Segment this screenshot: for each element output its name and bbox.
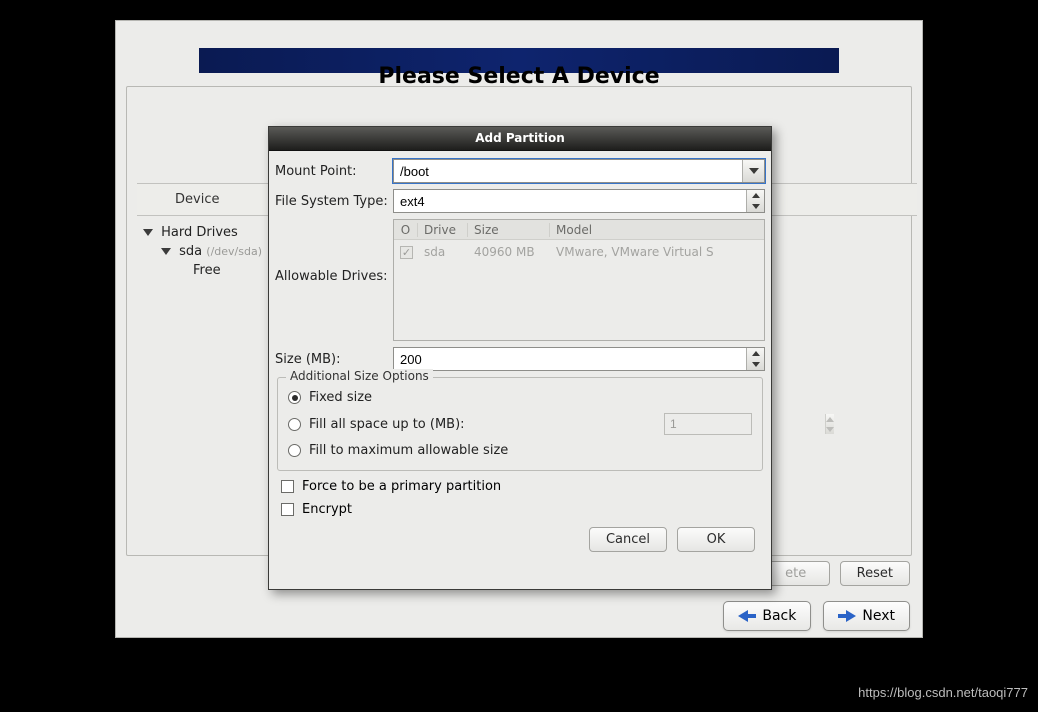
chevron-up-icon xyxy=(752,351,760,356)
reset-button[interactable]: Reset xyxy=(840,561,910,586)
radio-icon[interactable] xyxy=(288,444,301,457)
checkbox-disabled-icon: ✓ xyxy=(400,246,413,259)
size-spin-up[interactable] xyxy=(747,348,764,359)
size-label: Size (MB): xyxy=(275,352,393,367)
fs-type-buttons[interactable] xyxy=(746,190,764,212)
size-input[interactable] xyxy=(394,348,746,370)
drives-col-drive[interactable]: Drive xyxy=(418,223,468,237)
additional-size-options: Additional Size Options Fixed size Fill … xyxy=(277,377,763,471)
mount-point-input[interactable] xyxy=(394,160,742,182)
device-path: (/dev/sda) xyxy=(206,245,262,258)
drives-col-size[interactable]: Size xyxy=(468,223,550,237)
next-button[interactable]: Next xyxy=(823,601,910,631)
radio-fixed-size[interactable]: Fixed size xyxy=(288,386,752,409)
size-spin-down[interactable] xyxy=(747,359,764,370)
fill-up-to-field xyxy=(670,414,825,434)
chevron-down-icon xyxy=(752,204,760,209)
radio-icon[interactable] xyxy=(288,418,301,431)
chevron-down-icon xyxy=(752,362,760,367)
add-partition-dialog: Add Partition Mount Point: File System T… xyxy=(268,126,772,590)
radio-icon[interactable] xyxy=(288,391,301,404)
chevron-up-icon xyxy=(826,417,834,422)
drives-col-check[interactable]: O xyxy=(394,223,418,237)
fill-up-to-input xyxy=(664,413,752,435)
tree-label: Free xyxy=(193,263,221,278)
mount-point-label: Mount Point: xyxy=(275,164,393,179)
drives-col-model[interactable]: Model xyxy=(550,223,764,237)
tree-label: sda xyxy=(179,244,202,259)
group-title: Additional Size Options xyxy=(286,369,433,383)
checkbox-icon[interactable] xyxy=(281,503,294,516)
drive-row[interactable]: ✓ sda 40960 MB VMware, VMware Virtual S xyxy=(394,240,764,262)
chevron-down-icon[interactable] xyxy=(161,248,171,255)
chevron-down-icon[interactable] xyxy=(143,229,153,236)
arrow-right-icon xyxy=(838,610,856,622)
checkbox-icon[interactable] xyxy=(281,480,294,493)
radio-label: Fill to maximum allowable size xyxy=(309,443,508,458)
chevron-down-icon xyxy=(749,168,759,174)
radio-fill-up-to[interactable]: Fill all space up to (MB): xyxy=(288,409,752,439)
radio-label: Fixed size xyxy=(309,390,372,405)
drive-name: sda xyxy=(418,245,468,259)
tree-label: Hard Drives xyxy=(161,225,238,240)
drive-size: 40960 MB xyxy=(468,245,550,259)
watermark: https://blog.csdn.net/taoqi777 xyxy=(858,685,1028,700)
drive-model: VMware, VMware Virtual S xyxy=(550,245,764,259)
check-primary-partition[interactable]: Force to be a primary partition xyxy=(275,475,765,498)
mount-point-dropdown[interactable] xyxy=(742,160,764,182)
chevron-up-icon xyxy=(752,193,760,198)
check-label: Encrypt xyxy=(302,502,352,517)
check-encrypt[interactable]: Encrypt xyxy=(275,498,765,521)
fs-type-input[interactable] xyxy=(394,190,746,212)
allowable-drives-label: Allowable Drives: xyxy=(275,219,393,284)
fs-type-combo[interactable] xyxy=(393,189,765,213)
back-label: Back xyxy=(762,608,796,624)
mount-point-combo[interactable] xyxy=(393,159,765,183)
cancel-button[interactable]: Cancel xyxy=(589,527,667,552)
size-spinner[interactable] xyxy=(393,347,765,371)
radio-fill-max[interactable]: Fill to maximum allowable size xyxy=(288,439,752,462)
action-row: ete Reset xyxy=(762,561,910,586)
chevron-down-icon xyxy=(826,427,834,432)
ok-button[interactable]: OK xyxy=(677,527,755,552)
allowable-drives-list[interactable]: O Drive Size Model ✓ sda 40960 MB VMware… xyxy=(393,219,765,341)
radio-label: Fill all space up to (MB): xyxy=(309,417,465,432)
dialog-title: Add Partition xyxy=(269,127,771,151)
back-button[interactable]: Back xyxy=(723,601,811,631)
nav-row: Back Next xyxy=(723,601,910,631)
next-label: Next xyxy=(862,608,895,624)
check-label: Force to be a primary partition xyxy=(302,479,501,494)
arrow-left-icon xyxy=(738,610,756,622)
fs-type-label: File System Type: xyxy=(275,194,393,209)
size-spin-buttons[interactable] xyxy=(746,348,764,370)
